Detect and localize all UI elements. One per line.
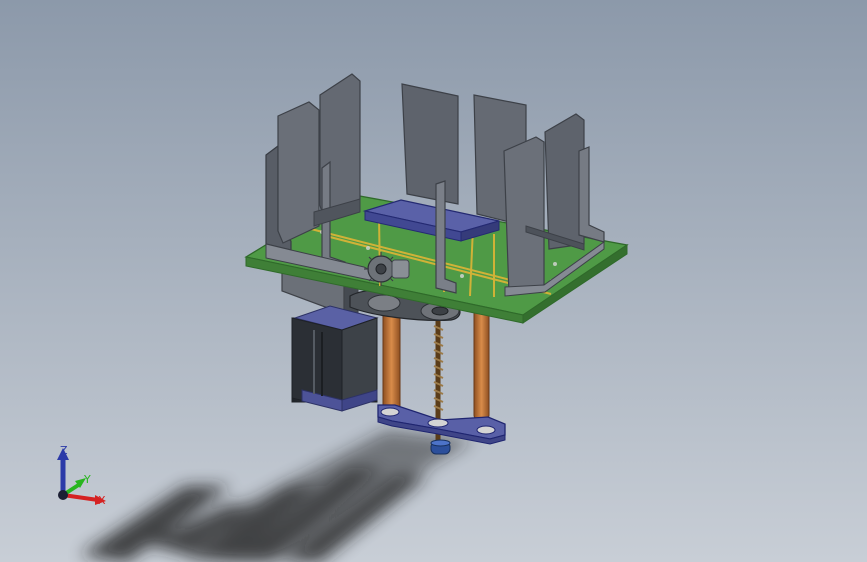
- plate-right-back: [544, 113, 585, 250]
- y-axis-label: Y: [83, 473, 91, 486]
- plate-right-front: [503, 136, 545, 296]
- triad-origin: [58, 490, 68, 500]
- cad-model-view[interactable]: [0, 0, 867, 562]
- drive-pulley: [367, 294, 401, 312]
- graphics-viewport[interactable]: Z Y X: [0, 0, 867, 562]
- orientation-triad[interactable]: Z Y X: [40, 438, 120, 518]
- plate-center-left: [401, 83, 459, 205]
- plate-left-outer: [277, 101, 320, 244]
- z-axis-label: Z: [60, 444, 68, 457]
- adjustment-knob[interactable]: [430, 439, 451, 455]
- x-axis-line: [62, 493, 99, 502]
- x-axis-label: X: [98, 494, 106, 507]
- pulley-hub: [431, 306, 449, 316]
